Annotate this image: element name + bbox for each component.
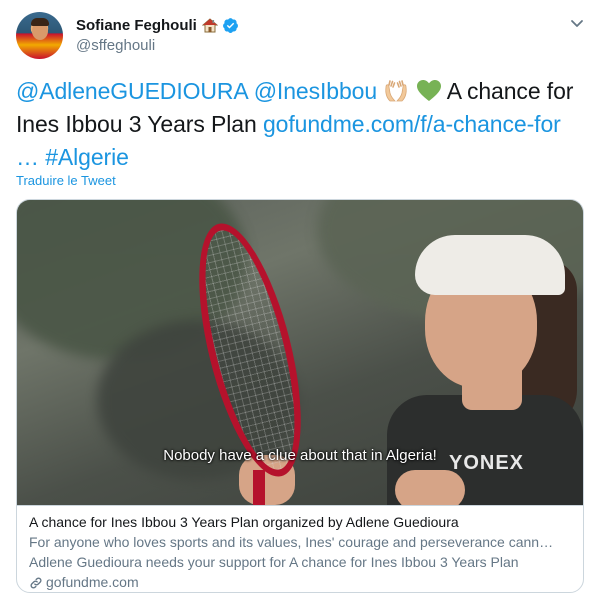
mention-link[interactable]: @AdleneGUEDIOURA	[16, 78, 247, 104]
author-handle[interactable]: @sffeghouli	[76, 37, 155, 54]
tweet-text-part: A chance for	[441, 78, 574, 104]
link-icon	[29, 575, 43, 589]
author-name-row: Sofiane Feghouli	[76, 15, 239, 35]
card-description: For anyone who loves sports and its valu…	[29, 534, 554, 550]
card-body[interactable]: A chance for Ines Ibbou 3 Years Plan org…	[17, 505, 583, 592]
avatar[interactable]	[16, 12, 63, 59]
mention-link[interactable]: @InesIbbou	[254, 78, 377, 104]
hashtag-link[interactable]: #Algerie	[45, 144, 129, 170]
card-image[interactable]: YONEX Nobody have a clue about that in A…	[17, 200, 583, 505]
player-hand	[395, 470, 465, 505]
author-display-name[interactable]: Sofiane Feghouli	[76, 17, 197, 34]
verified-badge-icon	[222, 17, 239, 34]
link-card[interactable]: YONEX Nobody have a clue about that in A…	[16, 199, 584, 593]
palms-up-emoji-icon	[383, 79, 409, 103]
card-description: Adlene Guedioura needs your support for …	[29, 554, 519, 570]
card-domain-text: gofundme.com	[46, 574, 139, 590]
tweet-text-part: Ines Ibbou 3 Years Plan	[16, 111, 263, 137]
green-heart-emoji-icon	[416, 79, 442, 103]
card-title: A chance for Ines Ibbou 3 Years Plan org…	[29, 514, 459, 530]
chevron-down-icon[interactable]	[570, 16, 584, 27]
external-link[interactable]: gofundme.com/f/a-chance-for	[263, 111, 561, 137]
tweet-text: @AdleneGUEDIOURA @InesIbbou A chance for…	[16, 75, 586, 174]
link-ellipsis[interactable]: …	[16, 144, 45, 170]
racket-throat	[253, 470, 265, 505]
translate-tweet-link[interactable]: Traduire le Tweet	[16, 173, 116, 188]
video-subtitle: Nobody have a clue about that in Algeria…	[163, 447, 437, 464]
card-domain: gofundme.com	[29, 572, 571, 592]
house-emoji-icon	[201, 17, 219, 33]
tweet: Sofiane Feghouli @sffeghouli @AdleneGUED…	[0, 0, 602, 598]
player-cap	[415, 235, 565, 295]
avatar-hair	[31, 18, 49, 26]
